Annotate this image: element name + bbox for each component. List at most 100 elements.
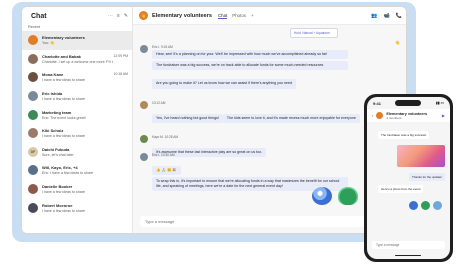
avatar <box>28 109 38 120</box>
message-meta: Eric I. 10:30 AM <box>152 153 348 157</box>
avatar <box>28 128 38 139</box>
add-tab-icon[interactable]: + <box>251 13 254 18</box>
message-author: Kayo M. <box>152 135 164 139</box>
phone-message: Here's a photo from the event <box>378 185 424 193</box>
chat-name: Kiki Scholz <box>42 128 64 134</box>
participants-icon[interactable]: 👥 <box>371 13 377 19</box>
sidebar-tools: ⋯ ≡ ✎ <box>108 13 128 19</box>
avatar <box>140 101 148 109</box>
chat-list-item[interactable]: Kiki Scholz I have a few ideas to share <box>22 124 132 143</box>
chat-list-item[interactable]: Will, Kayo, Eric, +4 Eric: I have a few i… <box>22 161 132 180</box>
phone-chat-subtitle: 4 members <box>386 115 402 120</box>
new-chat-icon[interactable]: ✎ <box>124 13 128 19</box>
avatar <box>140 45 148 53</box>
phone-message: The fundraiser was a big success! <box>378 131 430 139</box>
message-group: Eric I. 9:43 AM Hear, see! It's a plannin… <box>140 45 348 90</box>
chat-name: Will, Kayo, Eric, +4 <box>42 165 78 171</box>
chat-list-text: Robert Mcenroe I have a few ideas to shar… <box>42 203 128 213</box>
sidebar-header: Chat ⋯ ≡ ✎ <box>22 7 132 25</box>
message-time: 10:12 AM <box>152 101 166 105</box>
call-icon[interactable]: 📞 <box>396 13 402 19</box>
phone-notch <box>395 100 421 106</box>
message-bubble[interactable]: 👍 🙏 😊 🎉 <box>152 166 181 176</box>
globe-sticker-icon[interactable] <box>409 201 418 210</box>
chat-list-text: Charlotte and Babak Charlotte: I set up a… <box>42 54 113 64</box>
avatar <box>28 165 38 176</box>
home-indicator <box>395 254 421 256</box>
message-bubble[interactable]: Hear, see! It's a planning on for your. … <box>152 50 348 60</box>
back-icon[interactable]: ‹ <box>372 113 373 118</box>
avatar-initials: DF <box>30 149 36 154</box>
chat-list-item[interactable]: Charlotte and Babak Charlotte: I set up a… <box>22 50 132 69</box>
message-bubble[interactable]: Yes, I've heard nothing but good things! <box>152 114 223 124</box>
event-photo[interactable] <box>397 145 445 167</box>
chat-title: Elementary volunteers <box>152 12 213 19</box>
chat-time: 12:09 PM <box>113 53 128 58</box>
phone-compose-box[interactable]: Type a message <box>372 241 445 249</box>
message-meta: 10:12 AM <box>152 101 360 105</box>
message-meta: Kayo M. 10:25 AM <box>152 135 266 139</box>
phone-video-icon[interactable]: ▶ <box>442 113 445 118</box>
group-avatar: 👋 <box>139 11 148 20</box>
message-bubble[interactable]: The kids seem to love it, and it's made … <box>222 114 360 124</box>
sidebar-title: Chat <box>31 12 47 20</box>
compose-box[interactable]: Type a message ☺ ＋ ➤ <box>140 216 400 227</box>
chat-list-text: Kiki Scholz I have a few ideas to share <box>42 128 128 138</box>
message-time: 9:43 AM <box>161 45 173 49</box>
chat-preview: You: 👋 <box>42 41 55 46</box>
filter-icon[interactable]: ≡ <box>117 13 120 19</box>
chat-list-text: Mona Kane I have a few ideas to share <box>42 72 114 82</box>
video-call-icon[interactable]: 📹 <box>384 13 390 19</box>
chat-list-text: Marketing team Eric: The event looks grea… <box>42 110 128 120</box>
teams-window: Chat ⋯ ≡ ✎ Recent Elementary volunteers Y… <box>21 6 407 234</box>
chat-name: Mona Kane <box>42 72 64 78</box>
chat-list-item[interactable]: Elementary volunteers You: 👋 <box>22 31 132 50</box>
globe-sticker-icon[interactable] <box>312 187 332 205</box>
message-bubble[interactable]: The fundraiser was a big success, we're … <box>152 60 348 70</box>
more-options-icon[interactable]: ⋯ <box>108 13 113 19</box>
wave-reaction: 👋 <box>395 40 400 45</box>
avatar <box>28 184 38 195</box>
chat-name: Robert Mcenroe <box>42 202 73 208</box>
avatar <box>28 91 38 102</box>
heart-sticker-icon[interactable] <box>338 187 358 205</box>
chat-list: Elementary volunteers You: 👋 Charlotte and… <box>22 31 132 217</box>
header-actions: 👥 📹 📞 <box>371 13 402 19</box>
avatar <box>28 35 38 46</box>
chat-list-item[interactable]: DF Daichi Fukuda Sure, let's chat later <box>22 143 132 162</box>
phone-device: 9:41 ▮▮ ▭ ‹ Elementary volunteers 4 memb… <box>364 94 453 262</box>
chat-list-text: Will, Kayo, Eric, +4 Eric: I have a few i… <box>42 165 128 175</box>
chat-list-text: Eric Ishida I have a few ideas to share <box>42 91 128 101</box>
chat-list-item[interactable]: Robert Mcenroe I have a few ideas to shar… <box>22 198 132 217</box>
message-meta: Eric I. 9:43 AM <box>152 45 348 49</box>
swirl-sticker-icon[interactable] <box>433 201 442 210</box>
chat-header: 👋 Elementary volunteers Chat Photos + 👥 … <box>133 7 406 25</box>
chat-name: Danielle Booker <box>42 184 73 190</box>
chat-list-item[interactable]: Marketing team Eric: The event looks grea… <box>22 105 132 124</box>
chat-preview: I have a few ideas to share <box>42 208 85 213</box>
chat-list-item[interactable]: Mona Kane I have a few ideas to share 10:1… <box>22 68 132 87</box>
chat-name: Marketing team <box>42 109 72 115</box>
pinned-text: Hold: Natural + Aquarium <box>294 31 330 35</box>
phone-chat-header: ‹ Elementary volunteers 4 members ▶ <box>367 109 450 122</box>
tab-photos[interactable]: Photos <box>232 13 246 18</box>
message-time: 10:25 AM <box>164 135 179 139</box>
phone-screen: 9:41 ▮▮ ▭ ‹ Elementary volunteers 4 memb… <box>367 97 450 259</box>
chat-name: Daichi Fukuda <box>42 146 70 152</box>
compose-placeholder: Type a message <box>145 219 175 224</box>
pinned-message[interactable]: Hold: Natural + Aquarium <box>290 28 338 38</box>
message-bubble[interactable]: Are you going to make it? Let us know ho… <box>152 79 296 89</box>
tab-chat[interactable]: Chat <box>218 13 228 19</box>
chat-list-item[interactable]: Danielle Booker I have a few ideas to sha… <box>22 180 132 199</box>
chat-list-text: Elementary volunteers You: 👋 <box>42 35 128 45</box>
message-body: Eric I. 9:43 AM Hear, see! It's a plannin… <box>152 45 348 90</box>
chat-list-item[interactable]: Eric Ishida I have a few ideas to share <box>22 87 132 106</box>
phone-time: 9:41 <box>373 100 382 106</box>
avatar <box>140 153 148 161</box>
heart-sticker-icon[interactable] <box>421 201 430 210</box>
chat-name: Eric Ishida <box>42 91 63 97</box>
message-group: 10:12 AM Yes, I've heard nothing but good… <box>140 101 360 125</box>
chat-preview: Eric: The event looks great! <box>42 115 86 120</box>
chat-preview: I have a few ideas to share <box>42 190 85 195</box>
phone-group-avatar <box>376 112 384 119</box>
